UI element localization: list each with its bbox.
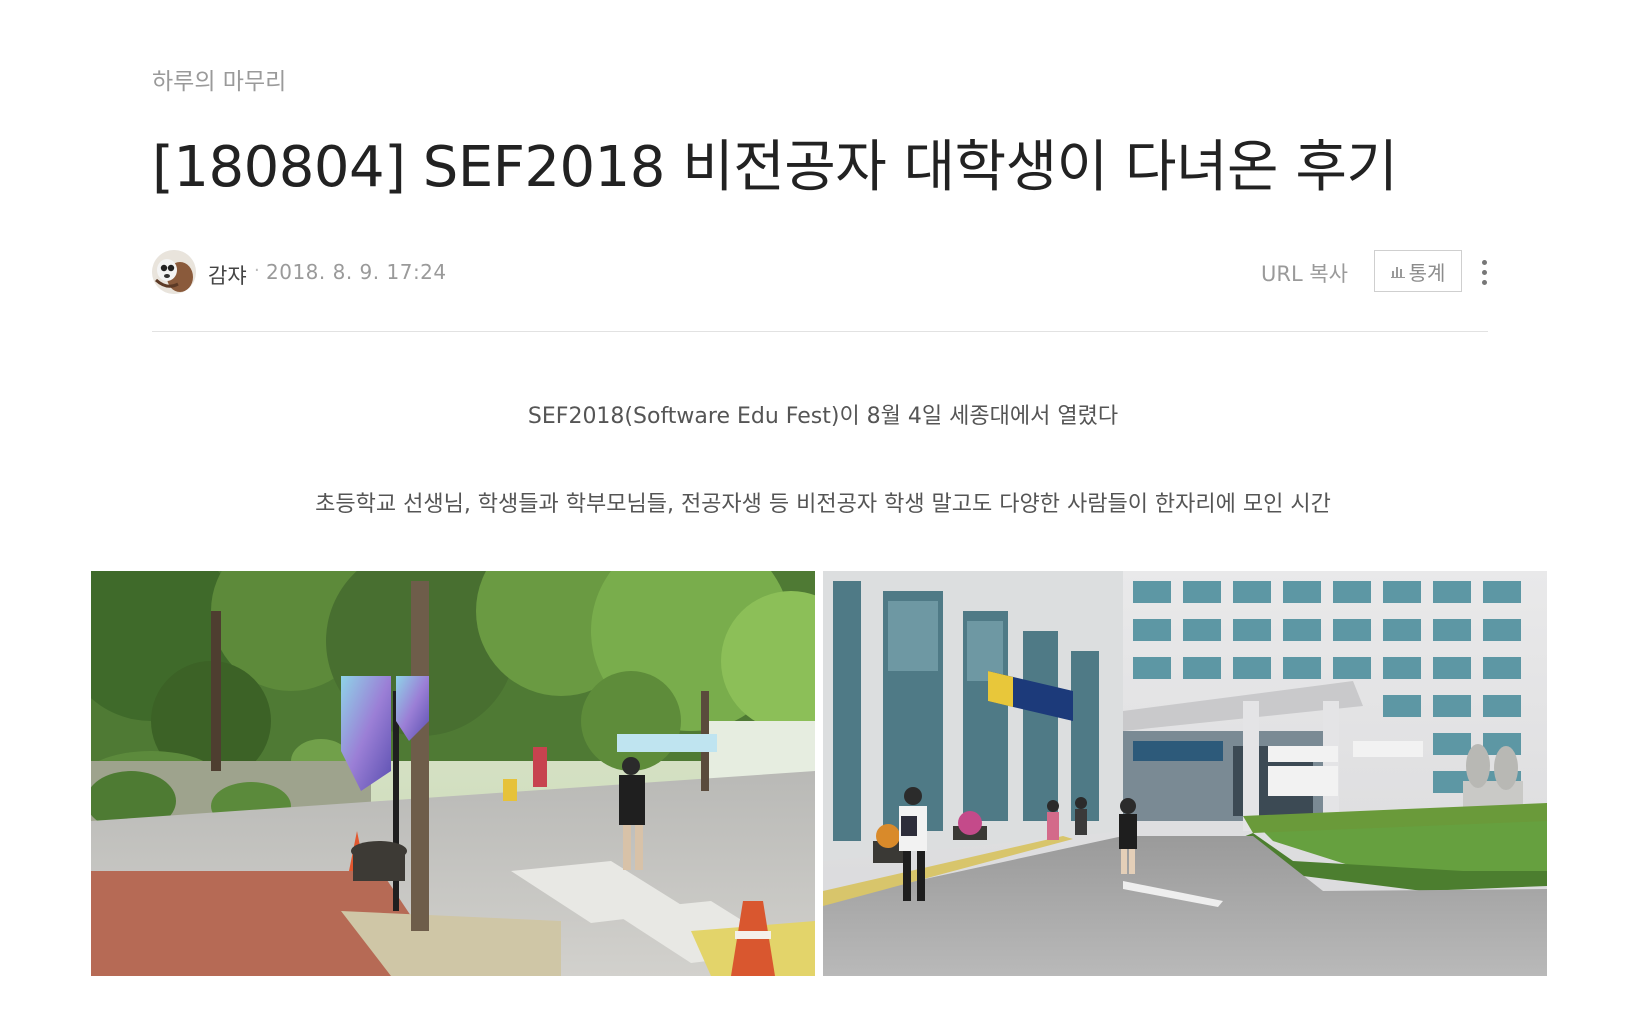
post-date: 2018. 8. 9. 17:24 (266, 260, 447, 284)
stats-button[interactable]: 통계 (1374, 250, 1462, 292)
photo-campus-road[interactable] (91, 571, 815, 976)
post-meta-bar: 감쟈 · 2018. 8. 9. 17:24 URL 복사 통계 (152, 250, 1488, 294)
meta-separator: · (254, 260, 260, 281)
url-copy-button[interactable]: URL 복사 (1261, 258, 1348, 288)
stats-button-label: 통계 (1408, 260, 1446, 285)
bar-chart-icon (1390, 264, 1405, 278)
author-avatar[interactable] (152, 250, 196, 294)
photo-gallery (91, 571, 1547, 976)
more-options-button[interactable] (1474, 252, 1494, 292)
author-name[interactable]: 감쟈 (208, 260, 247, 290)
category-link[interactable]: 하루의 마무리 (152, 62, 286, 96)
body-paragraph-1: SEF2018(Software Edu Fest)이 8월 4일 세종대에서 … (527, 404, 1119, 429)
body-paragraph-2: 초등학교 선생님, 학생들과 학부모님들, 전공자생 등 비전공자 학생 말고도… (315, 492, 1331, 517)
more-vertical-icon (1481, 259, 1487, 265)
header-divider (152, 331, 1488, 332)
photo-building-entrance[interactable] (823, 571, 1547, 976)
post-title: [180804] SEF2018 비전공자 대학생이 다녀온 후기 (152, 135, 1398, 200)
